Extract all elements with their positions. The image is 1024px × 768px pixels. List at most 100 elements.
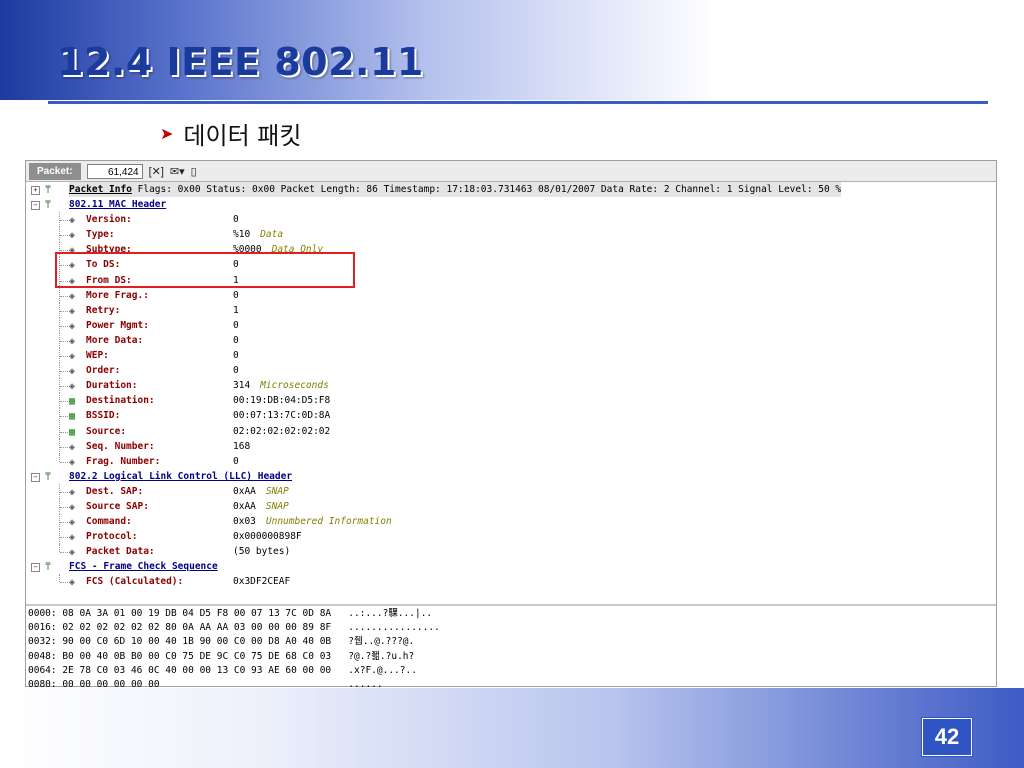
field-icon: ◈ [69, 335, 76, 347]
field-row[interactable]: ▦ BSSID: 00:07:13:7C:0D:8A [26, 408, 996, 424]
field-value: 0 [233, 348, 239, 363]
field-value: 0 [233, 288, 239, 303]
field-row[interactable]: ◈ Subtype: %0000 Data Only [26, 242, 996, 258]
field-name: From DS: [86, 274, 132, 286]
field-value-text: 0x3DF2CEAF [233, 576, 291, 588]
field-row[interactable]: ▦ Destination: 00:19:DB:04:D5:F8 [26, 393, 996, 409]
header-icon: ⍑ [45, 185, 52, 196]
field-value: 0 [233, 257, 239, 272]
field-row[interactable]: ▦ Source: 02:02:02:02:02:02 [26, 423, 996, 439]
field-value-text: %10 [233, 229, 251, 241]
field-icon: ◈ [69, 517, 76, 529]
field-value-text: 00:19:DB:04:D5:F8 [233, 395, 331, 407]
collapse-icon[interactable]: − [31, 201, 40, 211]
field-name: Type: [86, 229, 115, 241]
field-row[interactable]: ◈ Frag. Number: 0 [26, 453, 996, 469]
collapse-icon[interactable]: − [31, 563, 40, 573]
hex-row: 0032: 90 00 C0 6D 10 00 40 1B 90 00 C0 0… [28, 636, 415, 648]
field-row[interactable]: ◈ Command: 0x03 Unnumbered Information [26, 514, 996, 530]
title-underline [48, 101, 988, 104]
field-row[interactable]: ◈ To DS: 0 [26, 257, 996, 273]
field-row[interactable]: ◈ Order: 0 [26, 363, 996, 379]
field-value-text: 0 [233, 259, 239, 271]
bullet-item: ➤ 데이터 패킷 [160, 116, 301, 151]
field-name: More Data: [86, 334, 144, 346]
field-row[interactable]: ◈ Type: %10 Data [26, 227, 996, 243]
field-icon: ◈ [69, 260, 76, 272]
field-row[interactable]: ◈ From DS: 1 [26, 272, 996, 288]
tree-connector [60, 446, 68, 448]
tree-connector [60, 265, 68, 267]
field-icon: ◈ [69, 441, 76, 453]
field-value: 0 [233, 363, 239, 378]
tree-connector [60, 340, 68, 342]
field-value: 1 [233, 303, 239, 318]
tree-connector [60, 552, 68, 554]
packet-label: Packet: [29, 162, 81, 180]
field-row[interactable]: ◈ Source SAP: 0xAA SNAP [26, 498, 996, 514]
field-value-text: (50 bytes) [233, 546, 291, 558]
field-name: Subtype: [86, 244, 132, 256]
field-row[interactable]: ◈ Packet Data: (50 bytes) [26, 544, 996, 559]
field-icon: ◈ [69, 215, 76, 227]
tree-connector [60, 386, 68, 388]
llc-header-row[interactable]: − ⍑ 802.2 Logical Link Control (LLC) Heade… [26, 469, 996, 484]
field-value-text: %0000 [233, 244, 262, 256]
tree-connector [60, 235, 68, 237]
slide-footer-gradient [0, 688, 1024, 768]
mail-icon[interactable]: ✉▾ [170, 165, 185, 178]
field-row[interactable]: ◈ Version: 0 [26, 212, 996, 228]
field-value: 0x03 Unnumbered Information [233, 514, 392, 529]
llc-header-label: 802.2 Logical Link Control (LLC) Header [69, 470, 293, 482]
field-row[interactable]: ◈ More Frag.: 0 [26, 287, 996, 303]
field-value-text: 0 [233, 455, 239, 467]
field-name: Duration: [86, 380, 138, 392]
field-note: Data Only [271, 244, 324, 256]
field-name: Order: [86, 365, 121, 377]
tree-connector [60, 371, 68, 373]
field-row[interactable]: ◈ More Data: 0 [26, 332, 996, 348]
field-row[interactable]: ◈ Dest. SAP: 0xAA SNAP [26, 483, 996, 499]
field-name: BSSID: [86, 410, 121, 422]
field-name: Version: [86, 214, 132, 226]
close-packet-icon[interactable]: [✕] [149, 165, 164, 178]
field-value: 168 [233, 439, 250, 454]
packet-toolbar: Packet: 61,424 [✕] ✉▾ ▯ [26, 161, 996, 182]
document-icon[interactable]: ▯ [191, 165, 197, 178]
field-row[interactable]: ◈ FCS (Calculated): 0x3DF2CEAF [26, 574, 996, 589]
field-row[interactable]: ◈ Duration: 314 Microseconds [26, 378, 996, 394]
field-name: Frag. Number: [86, 455, 161, 467]
packet-info-line: Packet Info Flags: 0x00 Status: 0x00 Pac… [69, 182, 842, 198]
address-icon: ▦ [69, 426, 76, 438]
field-value: 0x000000898F [233, 529, 302, 544]
field-row[interactable]: ◈ Protocol: 0x000000898F [26, 529, 996, 545]
fcs-header-row[interactable]: − ⍑ FCS - Frame Check Sequence [26, 559, 996, 574]
packet-info-text: Flags: 0x00 Status: 0x00 Packet Length: … [131, 184, 842, 195]
slide-title: 12.4 IEEE 802.11 [57, 40, 424, 84]
field-name: FCS (Calculated): [86, 576, 184, 588]
decode-tree[interactable]: + ⍑ Packet Info Flags: 0x00 Status: 0x00 P… [26, 182, 996, 606]
mac-header-row[interactable]: − ⍑ 802.11 MAC Header [26, 197, 996, 212]
header-icon: ⍑ [45, 471, 52, 483]
tree-connector [60, 325, 68, 327]
packet-number-field[interactable]: 61,424 [86, 163, 143, 179]
field-name: Protocol: [86, 531, 138, 543]
field-value-text: 02:02:02:02:02:02 [233, 425, 331, 437]
hex-dump-pane[interactable]: 0000: 08 0A 3A 01 00 19 DB 04 D5 F8 00 0… [26, 606, 996, 692]
field-value: 0 [233, 318, 239, 333]
tree-connector [60, 582, 68, 584]
field-value: 0 [233, 212, 239, 227]
page-number: 42 [922, 718, 972, 756]
field-note: Data [260, 229, 284, 241]
field-row[interactable]: ◈ Retry: 1 [26, 302, 996, 318]
packet-info-row[interactable]: + ⍑ Packet Info Flags: 0x00 Status: 0x00 P… [26, 182, 996, 198]
field-icon: ◈ [69, 320, 76, 332]
hex-row: 0048: B0 00 40 0B B0 00 C0 75 DE 9C C0 7… [28, 650, 415, 662]
field-value-text: 0 [233, 334, 239, 346]
field-row[interactable]: ◈ Power Mgmt: 0 [26, 317, 996, 333]
field-name: Source SAP: [86, 500, 149, 512]
field-row[interactable]: ◈ WEP: 0 [26, 348, 996, 364]
expand-icon[interactable]: + [31, 186, 40, 195]
collapse-icon[interactable]: − [31, 472, 40, 482]
field-row[interactable]: ◈ Seq. Number: 168 [26, 438, 996, 454]
